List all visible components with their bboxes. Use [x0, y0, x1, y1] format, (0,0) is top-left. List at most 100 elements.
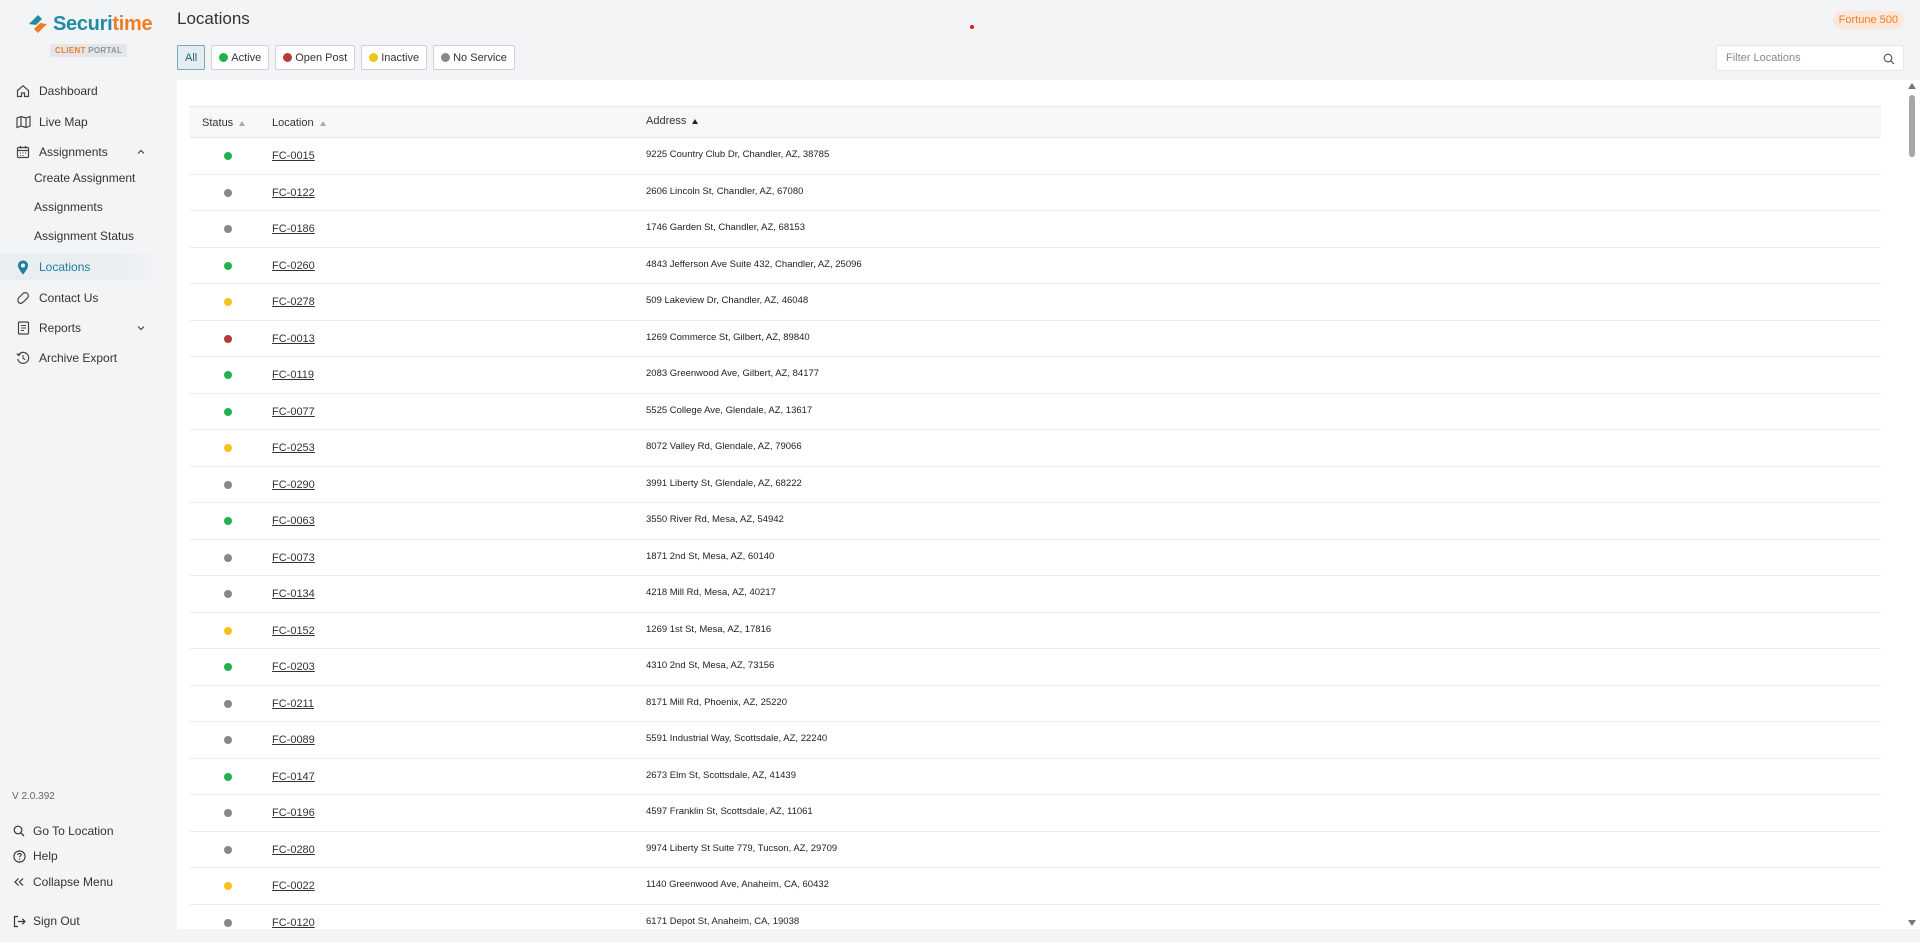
location-link[interactable]: FC-0015 [272, 150, 315, 162]
help-link[interactable]: Help [12, 849, 58, 863]
location-link[interactable]: FC-0013 [272, 333, 315, 345]
table-row[interactable]: FC-0196 4597 Franklin St, Scottsdale, AZ,… [190, 795, 1881, 832]
location-link[interactable]: FC-0077 [272, 406, 315, 418]
column-header-location[interactable]: Location [272, 107, 326, 139]
table-row[interactable]: FC-0186 1746 Garden St, Chandler, AZ, 681… [190, 211, 1881, 248]
table-body: FC-0015 9225 Country Club Dr, Chandler, A… [190, 138, 1881, 929]
scrollbar-thumb[interactable] [1909, 95, 1915, 157]
table-row[interactable]: FC-0063 3550 River Rd, Mesa, AZ, 54942 [190, 503, 1881, 540]
sidebar-subitem-assignment-status[interactable]: Assignment Status [34, 226, 134, 246]
location-address: 5591 Industrial Way, Scottsdale, AZ, 222… [646, 733, 828, 744]
active-status-dot [219, 53, 229, 62]
status-dot [224, 918, 232, 927]
filter-open-post-button[interactable]: Open Post [275, 45, 356, 70]
sort-icon [319, 120, 326, 126]
sidebar-item-archive-export[interactable]: Archive Export [0, 345, 162, 371]
inactive-status-dot [369, 53, 379, 62]
status-dot [224, 590, 232, 598]
location-link[interactable]: FC-0196 [272, 807, 315, 819]
table-row[interactable]: FC-0147 2673 Elm St, Scottsdale, AZ, 4143… [190, 759, 1881, 795]
location-link[interactable]: FC-0073 [272, 552, 315, 564]
sidebar-subitem-create-assignment[interactable]: Create Assignment [34, 168, 135, 188]
filter-no-service-button[interactable]: No Service [433, 45, 515, 70]
table-row[interactable]: FC-0152 1269 1st St, Mesa, AZ, 17816 [190, 613, 1881, 649]
location-link[interactable]: FC-0089 [272, 734, 315, 746]
location-link[interactable]: FC-0211 [272, 698, 314, 710]
status-dot [224, 444, 232, 452]
status-dot [224, 298, 232, 306]
search-icon [12, 824, 26, 838]
sign-out-link[interactable]: Sign Out [12, 914, 80, 928]
location-link[interactable]: FC-0290 [272, 479, 315, 491]
table-row[interactable]: FC-0278 509 Lakeview Dr, Chandler, AZ, 46… [190, 284, 1881, 321]
location-address: 6171 Depot St, Anaheim, CA, 19038 [646, 915, 800, 927]
location-pin-icon [15, 259, 31, 275]
location-link[interactable]: FC-0186 [272, 223, 315, 235]
status-dot [224, 736, 232, 744]
map-icon [15, 114, 31, 130]
table-row[interactable]: FC-0203 4310 2nd St, Mesa, AZ, 73156 [190, 649, 1881, 686]
search-icon[interactable] [1883, 52, 1895, 70]
status-dot [224, 626, 232, 635]
sidebar-subitem-assignments[interactable]: Assignments [34, 197, 103, 217]
location-address: 4597 Franklin St, Scottsdale, AZ, 11061 [646, 806, 813, 817]
table-header: Status Location Address [190, 106, 1881, 138]
organization-badge[interactable]: Fortune 500 [1832, 11, 1904, 29]
location-link[interactable]: FC-0022 [272, 880, 315, 892]
table-row[interactable]: FC-0077 5525 College Ave, Glendale, AZ, 1… [190, 394, 1881, 430]
table-row[interactable]: FC-0022 1140 Greenwood Ave, Anaheim, CA, … [190, 868, 1881, 905]
table-row[interactable]: FC-0211 8171 Mill Rd, Phoenix, AZ, 25220 [190, 686, 1881, 722]
location-link[interactable]: FC-0120 [272, 917, 315, 929]
chevron-up-icon[interactable] [136, 146, 146, 160]
collapse-menu-button[interactable]: Collapse Menu [12, 875, 113, 889]
status-dot [224, 261, 232, 270]
table-row[interactable]: FC-0015 9225 Country Club Dr, Chandler, A… [190, 138, 1881, 175]
location-link[interactable]: FC-0253 [272, 442, 315, 454]
table-row[interactable]: FC-0120 6171 Depot St, Anaheim, CA, 19038 [190, 905, 1881, 930]
sidebar-item-live-map[interactable]: Live Map [0, 109, 162, 135]
vertical-scrollbar[interactable] [1904, 80, 1920, 929]
location-link[interactable]: FC-0260 [272, 260, 315, 272]
filter-all-button[interactable]: All [177, 45, 206, 70]
table-row[interactable]: FC-0253 8072 Valley Rd, Glendale, AZ, 790… [190, 430, 1881, 467]
location-link[interactable]: FC-0280 [272, 844, 315, 856]
sidebar-item-assignments[interactable]: Assignments [0, 139, 162, 165]
filter-inactive-button[interactable]: Inactive [361, 45, 428, 70]
chevron-down-icon[interactable] [136, 322, 146, 336]
status-dot [224, 334, 232, 343]
table-row[interactable]: FC-0134 4218 Mill Rd, Mesa, AZ, 40217 [190, 576, 1881, 613]
brand-logo[interactable]: Securitime [26, 12, 153, 36]
table-row[interactable]: FC-0290 3991 Liberty St, Glendale, AZ, 68… [190, 467, 1881, 503]
table-row[interactable]: FC-0013 1269 Commerce St, Gilbert, AZ, 89… [190, 321, 1881, 357]
location-link[interactable]: FC-0278 [272, 296, 315, 308]
location-address: 8171 Mill Rd, Phoenix, AZ, 25220 [646, 696, 788, 708]
location-link[interactable]: FC-0134 [272, 588, 315, 600]
location-link[interactable]: FC-0063 [272, 515, 315, 527]
location-link[interactable]: FC-0119 [272, 369, 314, 381]
column-header-address[interactable]: Address [646, 105, 699, 137]
go-to-location-link[interactable]: Go To Location [12, 824, 114, 838]
table-row[interactable]: FC-0073 1871 2nd St, Mesa, AZ, 60140 [190, 540, 1881, 576]
location-link[interactable]: FC-0122 [272, 187, 315, 199]
location-link[interactable]: FC-0203 [272, 661, 315, 673]
sidebar-item-contact-us[interactable]: Contact Us [0, 285, 162, 311]
scroll-down-arrow-icon[interactable] [1908, 920, 1916, 926]
table-row[interactable]: FC-0280 9974 Liberty St Suite 779, Tucson… [190, 832, 1881, 868]
table-row[interactable]: FC-0089 5591 Industrial Way, Scottsdale, … [190, 722, 1881, 759]
table-row[interactable]: FC-0122 2606 Lincoln St, Chandler, AZ, 67… [190, 175, 1881, 211]
double-chevron-left-icon [12, 875, 26, 889]
scroll-up-arrow-icon[interactable] [1908, 83, 1916, 89]
location-address: 4310 2nd St, Mesa, AZ, 73156 [646, 660, 775, 671]
column-header-status[interactable]: Status [202, 107, 246, 139]
location-address: 3550 River Rd, Mesa, AZ, 54942 [646, 514, 784, 525]
location-link[interactable]: FC-0152 [272, 625, 315, 637]
sidebar-item-dashboard[interactable]: Dashboard [0, 78, 162, 104]
table-row[interactable]: FC-0119 2083 Greenwood Ave, Gilbert, AZ, … [190, 357, 1881, 394]
sidebar-item-locations[interactable]: Locations [0, 254, 162, 280]
sidebar-item-reports[interactable]: Reports [0, 315, 162, 341]
table-row[interactable]: FC-0260 4843 Jefferson Ave Suite 432, Cha… [190, 248, 1881, 284]
filter-active-button[interactable]: Active [211, 45, 270, 70]
location-link[interactable]: FC-0147 [272, 771, 315, 783]
filter-locations-input[interactable] [1726, 52, 1876, 64]
sort-ascending-icon [692, 118, 699, 124]
